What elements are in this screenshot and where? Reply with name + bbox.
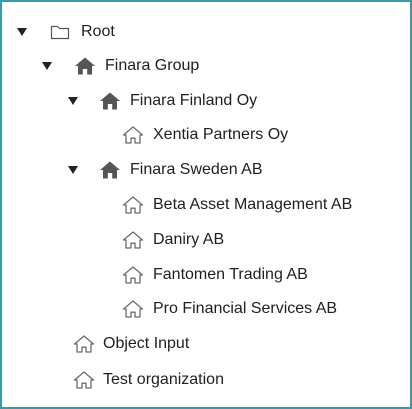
tree-node-fantomen[interactable]: Fantomen Trading AB: [2, 263, 412, 287]
tree-node-label: Test organization: [103, 371, 224, 388]
tree-node-finara-group[interactable]: Finara Group: [2, 54, 412, 78]
home-outline-icon: [122, 230, 144, 250]
tree-node-label: Beta Asset Management AB: [153, 196, 353, 213]
folder-icon: [49, 22, 71, 42]
collapse-toggle-icon[interactable]: [67, 95, 79, 107]
tree-node-label: Xentia Partners Oy: [153, 126, 289, 143]
home-filled-icon: [99, 91, 121, 111]
tree-node-finara-finland[interactable]: Finara Finland Oy: [2, 89, 412, 113]
collapse-toggle-icon[interactable]: [67, 164, 79, 176]
home-filled-icon: [74, 56, 96, 76]
tree-node-label: Finara Finland Oy: [130, 92, 258, 109]
tree-node-label: Pro Financial Services AB: [153, 300, 338, 317]
collapse-toggle-icon[interactable]: [41, 60, 53, 72]
tree-node-daniry[interactable]: Daniry AB: [2, 228, 412, 252]
tree-node-xentia[interactable]: Xentia Partners Oy: [2, 123, 412, 147]
home-outline-icon: [73, 334, 95, 354]
org-tree-panel: Root Finara Group Finara Finland Oy Xent…: [0, 0, 412, 409]
tree-node-root[interactable]: Root: [2, 20, 412, 44]
home-filled-icon: [99, 160, 121, 180]
home-outline-icon: [122, 299, 144, 319]
home-outline-icon: [73, 370, 95, 390]
tree-node-beta[interactable]: Beta Asset Management AB: [2, 193, 412, 217]
collapse-toggle-icon[interactable]: [16, 26, 28, 38]
home-outline-icon: [122, 195, 144, 215]
tree-node-finara-sweden[interactable]: Finara Sweden AB: [2, 158, 412, 182]
tree-node-object-input[interactable]: Object Input: [2, 332, 412, 356]
tree-node-label: Finara Group: [105, 57, 200, 74]
home-outline-icon: [122, 265, 144, 285]
tree-node-label: Finara Sweden AB: [130, 161, 263, 178]
tree-node-label: Root: [81, 23, 115, 40]
tree-node-pro-financial[interactable]: Pro Financial Services AB: [2, 297, 412, 321]
tree-node-label: Fantomen Trading AB: [153, 266, 308, 283]
tree-node-label: Daniry AB: [153, 231, 225, 248]
tree-node-label: Object Input: [103, 335, 190, 352]
tree-node-test-organization[interactable]: Test organization: [2, 368, 412, 392]
home-outline-icon: [122, 125, 144, 145]
